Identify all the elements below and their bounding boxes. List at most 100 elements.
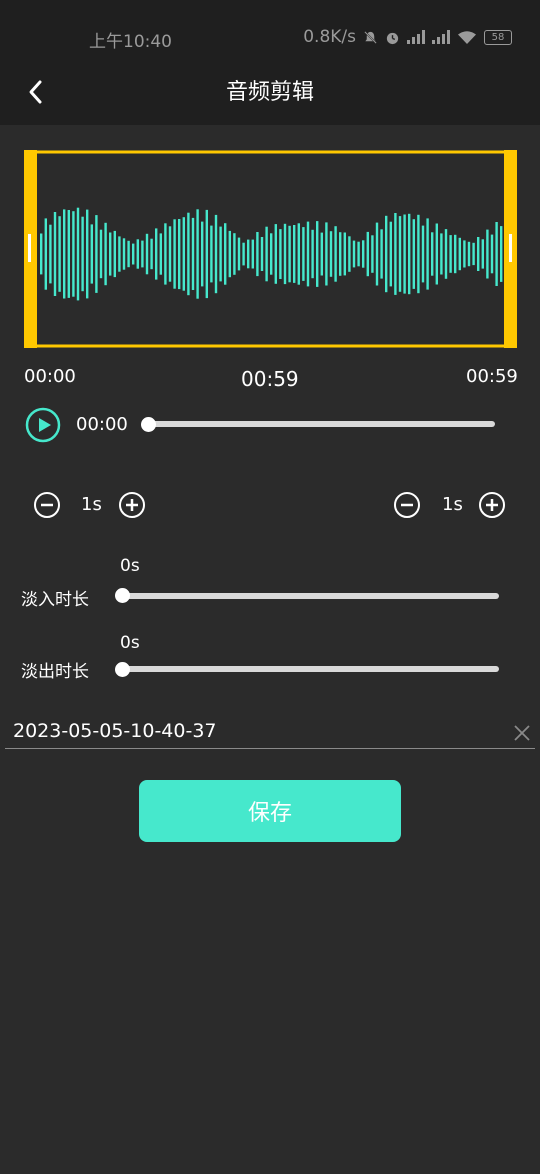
waveform-bar — [421, 225, 425, 283]
waveform-bar — [371, 235, 374, 273]
waveform-bar — [274, 224, 277, 284]
signal-icon — [432, 30, 450, 44]
waveform-bar — [256, 232, 259, 277]
fade-in-slider-thumb[interactable] — [115, 588, 130, 603]
waveform-bar — [150, 238, 153, 270]
minus-circle-icon — [394, 492, 420, 518]
selection-start-handle[interactable] — [24, 150, 37, 348]
waveform-bar — [279, 229, 282, 279]
waveform-bar — [380, 229, 383, 279]
page-title: 音频剪辑 — [225, 80, 314, 105]
trim-start-increase-button[interactable] — [118, 491, 146, 519]
mute-icon — [364, 30, 377, 44]
waveform-bar — [132, 243, 135, 265]
waveform-bar — [495, 222, 498, 286]
waveform-bar — [67, 210, 70, 298]
waveform-bar — [214, 214, 218, 294]
waveform-bar — [375, 222, 379, 286]
fade-in-label: 淡入时长 — [21, 590, 89, 610]
filename-input[interactable]: 2023-05-05-10-40-37 — [13, 720, 217, 742]
network-speed: 0.8K/s — [303, 27, 356, 47]
waveform-bar — [136, 239, 139, 269]
waveform-bar — [490, 234, 494, 274]
play-button[interactable] — [24, 406, 62, 444]
trim-start-decrease-button[interactable] — [33, 491, 61, 519]
waveform-bar — [187, 212, 190, 296]
waveform-bar — [293, 225, 296, 283]
waveform-bar — [403, 214, 406, 294]
waveform-bar — [348, 236, 351, 272]
fade-in-value: 0s — [120, 556, 140, 576]
playback-progress-track[interactable] — [148, 421, 495, 427]
waveform-bar — [44, 218, 47, 290]
status-bar: 上午10:40 0.8K/s 58 — [0, 0, 540, 60]
waveform-bar — [127, 240, 130, 268]
minus-circle-icon — [34, 492, 60, 518]
waveform-bar — [288, 225, 291, 283]
waveform-bar — [99, 229, 103, 279]
waveform-bar — [270, 233, 273, 275]
battery-icon: 58 — [484, 29, 512, 45]
waveform-bar — [467, 241, 471, 267]
waveform-bar — [159, 233, 162, 275]
status-icons: 0.8K/s 58 — [303, 27, 512, 47]
waveform-bar — [302, 227, 305, 281]
waveform-bar — [224, 223, 227, 285]
fade-in-slider-track[interactable] — [122, 593, 499, 599]
selection-start-time: 00:00 — [24, 366, 76, 387]
waveform-bar — [76, 207, 80, 301]
waveform-bar — [463, 240, 466, 268]
trim-end-increase-button[interactable] — [478, 491, 506, 519]
signal-icon — [407, 30, 425, 44]
waveform-selector[interactable] — [24, 150, 517, 348]
waveform-bar — [191, 217, 195, 290]
playback-progress-thumb[interactable] — [141, 417, 156, 432]
waveform-bar — [53, 212, 57, 296]
waveform-bar — [237, 237, 241, 271]
waveform-bar — [458, 237, 461, 271]
plus-circle-icon — [119, 492, 145, 518]
waveform-bar — [481, 239, 484, 269]
fade-out-label: 淡出时长 — [21, 662, 89, 682]
waveform-bar — [205, 209, 208, 299]
waveform-bar — [219, 226, 222, 282]
waveform-bar — [408, 213, 411, 295]
waveform-bar — [260, 237, 264, 271]
fade-out-slider-track[interactable] — [122, 666, 499, 672]
waveform-bar — [173, 219, 176, 289]
plus-circle-icon — [479, 492, 505, 518]
waveform-bar — [426, 218, 429, 290]
waveform-bar — [339, 232, 342, 276]
waveform-bar — [251, 239, 254, 269]
waveform-bar — [472, 242, 475, 266]
waveform-bar — [334, 226, 337, 282]
app-header: 音频剪辑 — [0, 60, 540, 125]
selection-end-time: 00:59 — [466, 366, 518, 387]
waveform-bar — [329, 231, 333, 277]
waveform-bar — [385, 215, 388, 293]
selection-end-handle[interactable] — [504, 150, 517, 348]
waveform-bar — [398, 216, 402, 292]
trim-end-decrease-button[interactable] — [393, 491, 421, 519]
waveform-bar — [155, 228, 158, 280]
trim-start-step: 1s — [81, 494, 102, 515]
waveform-bar — [90, 224, 93, 284]
play-icon — [25, 407, 61, 443]
waveform-bar — [265, 226, 268, 282]
waveform-bar — [95, 215, 98, 293]
waveform-bar — [242, 242, 245, 266]
fade-out-slider-thumb[interactable] — [115, 662, 130, 677]
waveform-bar — [431, 232, 434, 276]
waveform-bar — [454, 234, 457, 274]
waveform-bar — [228, 230, 231, 278]
waveform-bar — [435, 223, 438, 285]
waveform-bar — [145, 233, 149, 275]
waveform-bar — [306, 221, 310, 287]
trim-end-step: 1s — [442, 494, 463, 515]
waveform-bar — [196, 209, 199, 299]
clear-filename-button[interactable] — [512, 723, 532, 743]
waveform-bar — [233, 233, 236, 275]
waveform-bar — [444, 229, 448, 279]
save-button[interactable]: 保存 — [139, 780, 401, 842]
waveform-bar — [164, 223, 167, 285]
